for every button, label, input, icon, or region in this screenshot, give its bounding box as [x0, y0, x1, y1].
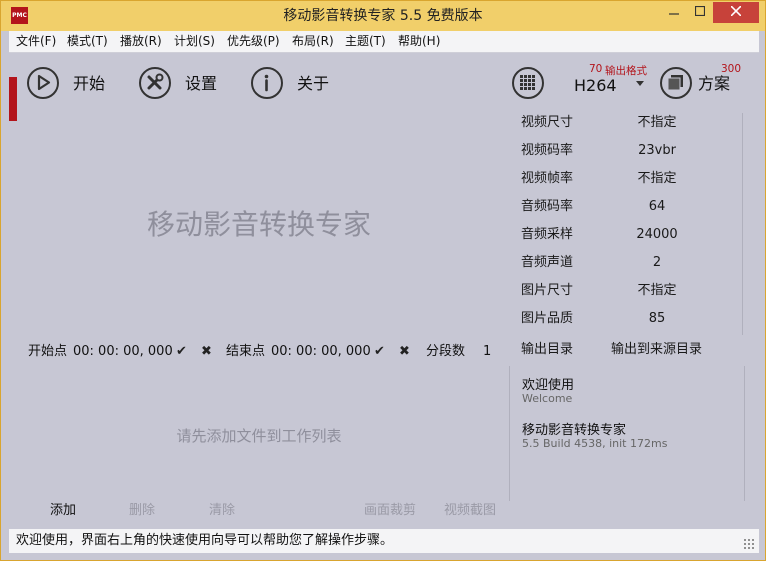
menu-schedule[interactable]: 计划(S) — [174, 31, 215, 52]
menu-mode[interactable]: 模式(T) — [67, 31, 108, 52]
property-row[interactable]: 音频采样 24000 — [509, 224, 744, 246]
resize-grip-icon[interactable] — [743, 538, 755, 550]
maximize-button[interactable] — [687, 2, 713, 23]
end-point-input[interactable]: 00: 00: 00, 000 — [271, 341, 371, 363]
clear-button[interactable]: 清除 — [209, 502, 235, 520]
maximize-icon — [694, 5, 706, 17]
clear-end-icon[interactable]: ✖ — [399, 341, 410, 363]
status-bar: 欢迎使用，界面右上角的快速使用向导可以帮助您了解操作步骤。 — [9, 529, 759, 553]
menu-bar: 文件(F) 模式(T) 播放(R) 计划(S) 优先级(P) 布局(R) 主题(… — [9, 31, 759, 53]
start-point-label: 开始点 — [28, 344, 68, 359]
welcome-title: 欢迎使用 — [522, 378, 575, 393]
confirm-start-icon[interactable]: ✔ — [176, 341, 187, 363]
info-panel: 欢迎使用 Welcome 移动影音转换专家 5.5 Build 4538, in… — [509, 366, 745, 501]
menu-file[interactable]: 文件(F) — [16, 31, 56, 52]
add-button[interactable]: 添加 — [50, 502, 76, 520]
close-button[interactable] — [713, 2, 759, 23]
welcome-subtitle: Welcome — [522, 392, 573, 405]
minimize-button[interactable] — [661, 2, 687, 23]
delete-button[interactable]: 删除 — [129, 502, 155, 520]
window-title: 移动影音转换专家 5.5 免费版本 — [283, 8, 483, 24]
menu-theme[interactable]: 主题(T) — [345, 31, 386, 52]
format-dropdown[interactable]: H264 — [574, 76, 617, 95]
property-row[interactable]: 图片尺寸 不指定 — [509, 280, 744, 302]
property-value[interactable]: 64 — [609, 196, 705, 218]
title-bar[interactable]: PMC 移动影音转换专家 5.5 免费版本 — [1, 1, 765, 31]
crop-button[interactable]: 画面裁剪 — [364, 502, 416, 520]
output-dir-row[interactable]: 输出目录 输出到来源目录 — [509, 339, 744, 361]
property-row[interactable]: 图片品质 85 — [509, 308, 744, 330]
grid-icon — [512, 67, 544, 99]
play-icon — [27, 67, 59, 99]
active-indicator — [9, 77, 17, 121]
range-row: 开始点 00: 00: 00, 000 ✔ ✖ 结束点 00: 00: 00, … — [9, 341, 504, 363]
output-dir-value[interactable]: 输出到来源目录 — [599, 339, 714, 361]
property-row[interactable]: 视频尺寸 不指定 — [509, 112, 744, 134]
property-value[interactable]: 不指定 — [609, 168, 705, 190]
app-name: 移动影音转换专家 — [522, 423, 627, 438]
about-button[interactable]: 关于 — [251, 67, 341, 103]
property-label: 视频尺寸 — [521, 115, 574, 130]
property-value[interactable]: 24000 — [609, 224, 705, 246]
menu-play[interactable]: 播放(R) — [120, 31, 162, 52]
status-text: 欢迎使用，界面右上角的快速使用向导可以帮助您了解操作步骤。 — [16, 533, 394, 548]
clear-start-icon[interactable]: ✖ — [201, 341, 212, 363]
property-row[interactable]: 视频帧率 不指定 — [509, 168, 744, 190]
property-value[interactable]: 不指定 — [609, 280, 705, 302]
menu-priority[interactable]: 优先级(P) — [227, 31, 280, 52]
app-window: PMC 移动影音转换专家 5.5 免费版本 文件(F) 模式(T) 播放(R) … — [0, 0, 766, 561]
menu-layout[interactable]: 布局(R) — [292, 31, 334, 52]
property-label: 视频帧率 — [521, 171, 574, 186]
file-list-empty-hint: 请先添加文件到工作列表 — [176, 427, 342, 445]
snapshot-button[interactable]: 视频截图 — [444, 502, 496, 520]
property-value[interactable]: 23vbr — [609, 140, 705, 162]
close-icon — [730, 5, 742, 17]
property-label: 音频声道 — [521, 255, 574, 270]
end-point-label: 结束点 — [226, 344, 266, 359]
segments-label: 分段数 — [426, 344, 466, 359]
info-icon — [251, 67, 283, 99]
property-value[interactable]: 85 — [609, 308, 705, 330]
settings-button[interactable]: 设置 — [139, 67, 229, 103]
segments-input[interactable]: 1 — [483, 341, 491, 363]
tools-icon — [139, 67, 171, 99]
about-label: 关于 — [297, 74, 330, 93]
format-grid-button[interactable] — [512, 67, 548, 103]
property-label: 音频码率 — [521, 199, 574, 214]
start-button[interactable]: 开始 — [27, 67, 117, 103]
output-dir-label: 输出目录 — [521, 342, 574, 357]
property-label: 图片尺寸 — [521, 283, 574, 298]
format-count: 70 — [589, 63, 603, 75]
property-row[interactable]: 音频声道 2 — [509, 252, 744, 274]
confirm-end-icon[interactable]: ✔ — [374, 341, 385, 363]
property-value[interactable]: 不指定 — [609, 112, 705, 134]
minimize-icon — [669, 13, 679, 15]
settings-label: 设置 — [185, 74, 218, 93]
property-label: 音频采样 — [521, 227, 574, 242]
start-label: 开始 — [73, 74, 106, 93]
menu-help[interactable]: 帮助(H) — [398, 31, 440, 52]
chevron-down-icon[interactable] — [636, 81, 644, 86]
property-row[interactable]: 音频码率 64 — [509, 196, 744, 218]
build-info: 5.5 Build 4538, init 172ms — [522, 437, 668, 450]
start-point-input[interactable]: 00: 00: 00, 000 — [73, 341, 173, 363]
property-label: 图片品质 — [521, 311, 574, 326]
property-row[interactable]: 视频码率 23vbr — [509, 140, 744, 162]
scheme-count: 300 — [721, 63, 742, 75]
property-label: 视频码率 — [521, 143, 574, 158]
client-area: 开始 设置 关于 70 输出格式 H264 方案 300 移动影音转换专家 开始… — [9, 53, 759, 553]
cube-icon — [660, 67, 692, 99]
property-value[interactable]: 2 — [609, 252, 705, 274]
panel-divider — [742, 113, 743, 335]
preview-watermark: 移动影音转换专家 — [146, 208, 371, 241]
